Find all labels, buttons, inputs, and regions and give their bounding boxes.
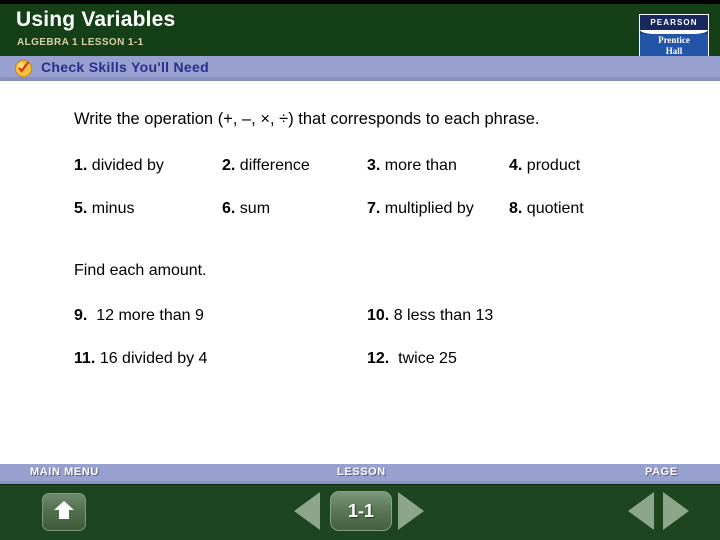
item-text: more than	[384, 157, 457, 174]
item-text: 8 less than 13	[393, 307, 494, 324]
logo-prentice-line: Prentice	[658, 35, 690, 45]
item-number: 11.	[74, 350, 96, 367]
lesson-subtitle: ALGEBRA 1 LESSON 1-1	[17, 37, 144, 48]
lesson-prev-button[interactable]	[294, 492, 320, 530]
check-skills-label: Check Skills You'll Need	[41, 59, 209, 75]
home-up-arrow-icon	[52, 499, 76, 526]
pearson-prentice-hall-logo: PEARSON Prentice Hall	[639, 14, 709, 58]
list-item: 1. divided by	[74, 157, 164, 175]
item-text: multiplied by	[384, 200, 474, 217]
list-item: 12. twice 25	[367, 350, 457, 368]
item-text: divided by	[91, 157, 164, 174]
logo-prentice-hall-text: Prentice Hall	[640, 34, 708, 57]
item-text: quotient	[526, 200, 584, 217]
page-next-button[interactable]	[663, 492, 689, 530]
item-text: 16 divided by 4	[99, 350, 208, 367]
list-item: 9. 12 more than 9	[74, 307, 204, 325]
main-menu-button[interactable]	[42, 493, 86, 531]
item-number: 10.	[367, 307, 390, 324]
exercise-prompt: Write the operation (+, –, ×, ÷) that co…	[74, 110, 540, 128]
item-number: 2.	[222, 157, 236, 174]
item-number: 3.	[367, 157, 381, 174]
lesson-number-label: 1-1	[347, 500, 374, 521]
item-text: twice 25	[398, 350, 457, 367]
lesson-content: Write the operation (+, –, ×, ÷) that co…	[0, 81, 720, 476]
list-item: 6. sum	[222, 200, 270, 218]
item-number: 9.	[74, 307, 88, 324]
list-item: 4. product	[509, 157, 580, 175]
item-number: 8.	[509, 200, 523, 217]
page-prev-button[interactable]	[628, 492, 654, 530]
item-number: 1.	[74, 157, 88, 174]
check-skills-bar: Check Skills You'll Need	[0, 56, 720, 81]
section-heading: Find each amount.	[74, 262, 207, 279]
item-text: minus	[91, 200, 135, 217]
lesson-number-button[interactable]: 1-1	[330, 491, 392, 531]
footer-navigation-panel: 1-1	[0, 484, 720, 540]
item-number: 4.	[509, 157, 523, 174]
page-title: Using Variables	[16, 8, 176, 31]
item-number: 5.	[74, 200, 88, 217]
list-item: 8. quotient	[509, 200, 584, 218]
item-number: 12.	[367, 350, 390, 367]
item-text: sum	[239, 200, 271, 217]
check-badge-icon	[14, 59, 33, 78]
lesson-next-button[interactable]	[398, 492, 424, 530]
list-item: 3. more than	[367, 157, 457, 175]
item-number: 6.	[222, 200, 236, 217]
header: Using Variables ALGEBRA 1 LESSON 1-1 PEA…	[0, 4, 720, 58]
item-number: 7.	[367, 200, 381, 217]
page-label: PAGE	[645, 466, 678, 478]
main-menu-label: MAIN MENU	[30, 466, 99, 478]
lesson-label: LESSON	[337, 466, 386, 478]
list-item: 7. multiplied by	[367, 200, 474, 218]
item-text: 12 more than 9	[96, 307, 204, 324]
list-item: 5. minus	[74, 200, 134, 218]
list-item: 2. difference	[222, 157, 310, 175]
footer-label-bar: MAIN MENU LESSON PAGE	[0, 464, 720, 484]
item-text: product	[526, 157, 581, 174]
item-text: difference	[239, 157, 310, 174]
list-item: 11. 16 divided by 4	[74, 350, 207, 368]
logo-pearson-text: PEARSON	[640, 15, 708, 30]
list-item: 10. 8 less than 13	[367, 307, 493, 325]
